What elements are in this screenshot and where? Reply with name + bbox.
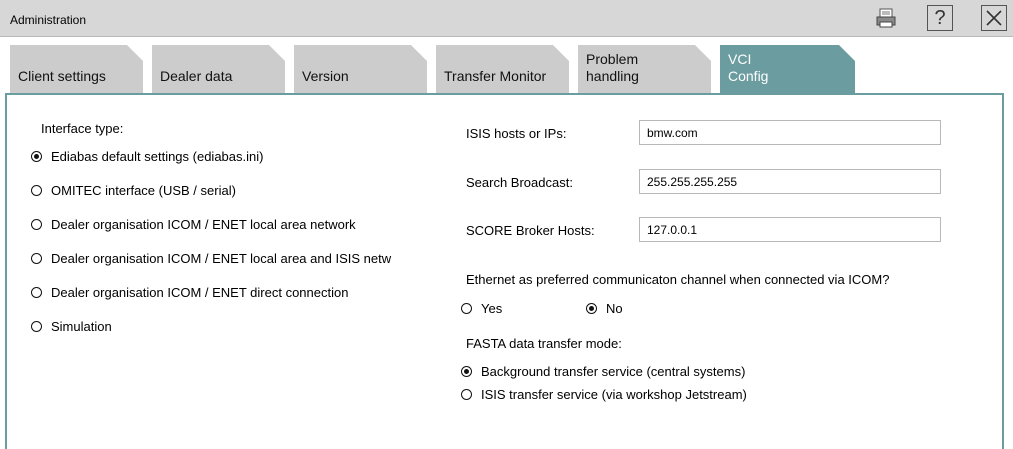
radio-selected-icon — [31, 150, 42, 162]
tab-problem-handling[interactable]: Problem handling — [578, 45, 711, 93]
ethernet-question-label: Ethernet as preferred communicaton chann… — [466, 272, 890, 287]
interface-option-simulation[interactable]: Simulation — [31, 317, 112, 335]
window-title: Administration — [10, 13, 87, 27]
radio-unselected-icon — [461, 302, 472, 314]
interface-option-icom-lan[interactable]: Dealer organisation ICOM / ENET local ar… — [31, 215, 356, 233]
score-broker-input[interactable] — [639, 217, 941, 242]
radio-unselected-icon — [31, 252, 42, 264]
fasta-heading: FASTA data transfer mode: — [466, 336, 622, 351]
radio-unselected-icon — [461, 388, 472, 400]
isis-hosts-input[interactable] — [639, 120, 941, 145]
radio-unselected-icon — [31, 218, 42, 230]
title-bar: Administration ? — [0, 0, 1013, 37]
interface-option-omitec[interactable]: OMITEC interface (USB / serial) — [31, 181, 236, 199]
search-broadcast-label: Search Broadcast: — [466, 175, 573, 190]
ethernet-yes-radio[interactable]: Yes — [461, 299, 502, 317]
interface-option-icom-lan-isis[interactable]: Dealer organisation ICOM / ENET local ar… — [31, 249, 391, 267]
ethernet-no-radio[interactable]: No — [586, 299, 623, 317]
interface-option-ediabas[interactable]: Ediabas default settings (ediabas.ini) — [31, 147, 263, 165]
help-icon: ? — [934, 6, 946, 29]
tab-dealer-data[interactable]: Dealer data — [152, 45, 285, 93]
radio-selected-icon — [586, 302, 597, 314]
printer-icon — [875, 7, 897, 29]
close-button[interactable] — [981, 5, 1007, 31]
close-icon — [984, 8, 1004, 28]
radio-unselected-icon — [31, 184, 42, 196]
tab-vci-config[interactable]: VCI Config — [720, 45, 855, 93]
isis-hosts-label: ISIS hosts or IPs: — [466, 126, 567, 141]
interface-option-icom-direct[interactable]: Dealer organisation ICOM / ENET direct c… — [31, 283, 348, 301]
tab-client-settings[interactable]: Client settings — [10, 45, 143, 93]
print-button[interactable] — [873, 5, 899, 31]
tab-bar: Client settings Dealer data Version Tran… — [0, 37, 1013, 93]
fasta-option-isis[interactable]: ISIS transfer service (via workshop Jets… — [461, 385, 747, 403]
fasta-option-background[interactable]: Background transfer service (central sys… — [461, 362, 745, 380]
score-broker-label: SCORE Broker Hosts: — [466, 223, 595, 238]
tab-version[interactable]: Version — [294, 45, 427, 93]
radio-unselected-icon — [31, 286, 42, 298]
tab-transfer-monitor[interactable]: Transfer Monitor — [436, 45, 569, 93]
interface-type-heading: Interface type: — [41, 121, 124, 136]
search-broadcast-input[interactable] — [639, 169, 941, 194]
radio-unselected-icon — [31, 320, 42, 332]
help-button[interactable]: ? — [927, 5, 953, 31]
radio-selected-icon — [461, 365, 472, 377]
